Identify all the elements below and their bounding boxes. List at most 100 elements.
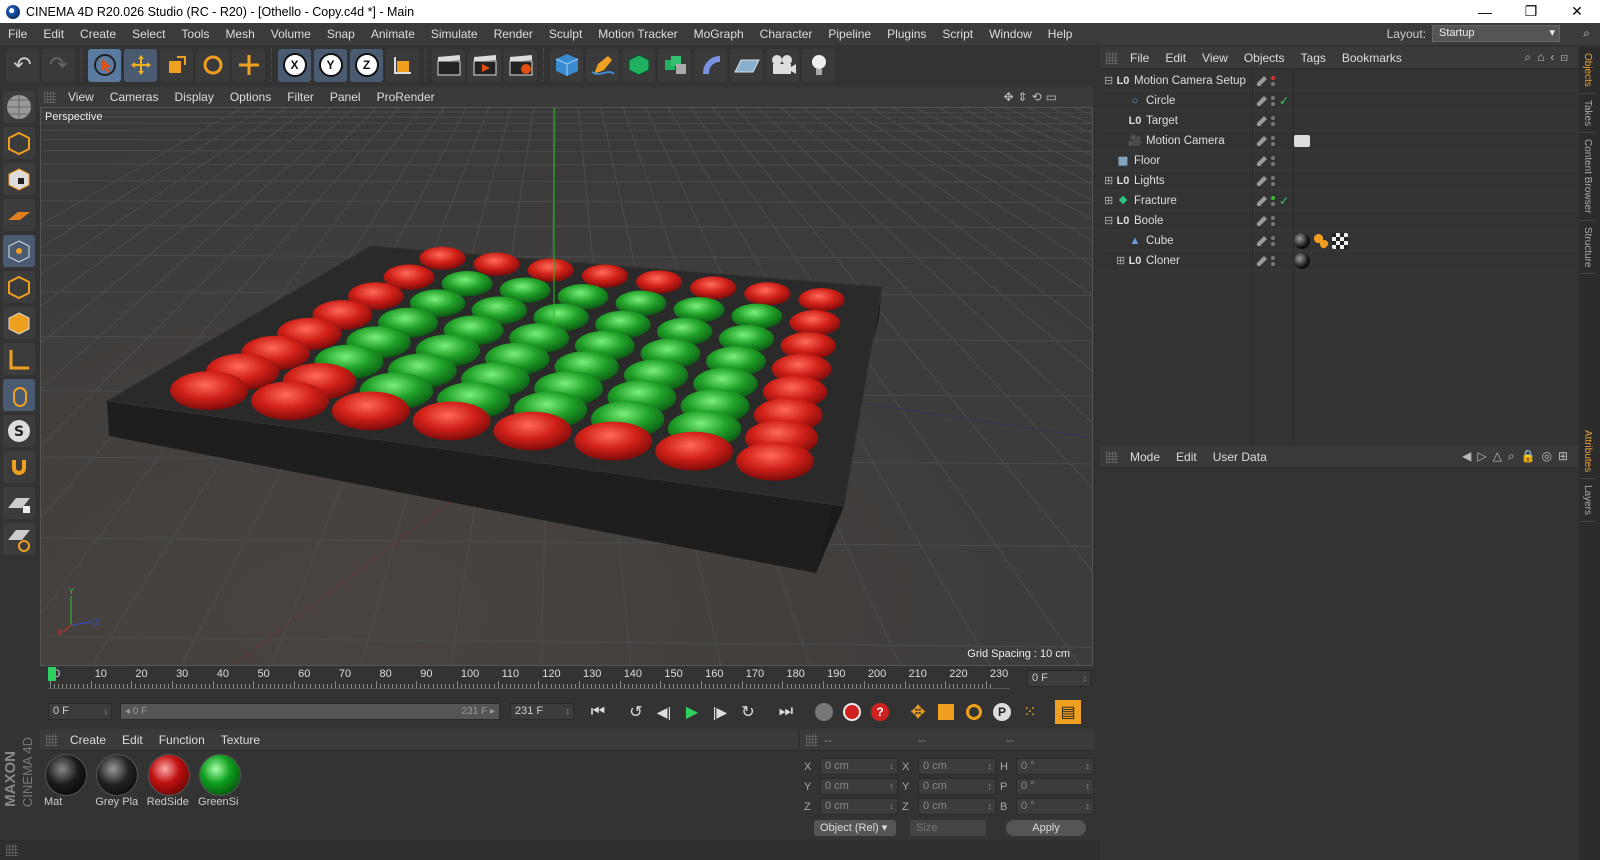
start-frame-field[interactable]: 0 F bbox=[48, 703, 112, 720]
obj-menu-view[interactable]: View bbox=[1194, 51, 1236, 65]
menu-snap[interactable]: Snap bbox=[319, 27, 363, 41]
z-axis-lock-button[interactable]: Z bbox=[350, 48, 383, 82]
redo-button[interactable]: ↷ bbox=[42, 48, 75, 82]
object-row[interactable]: ▲ Cube bbox=[1100, 231, 1578, 251]
size-x-field[interactable]: 0 cm bbox=[918, 758, 996, 775]
scene-canvas[interactable]: Y Z X bbox=[41, 108, 1093, 666]
menu-tools[interactable]: Tools bbox=[173, 27, 217, 41]
visibility-dot[interactable] bbox=[1271, 102, 1275, 106]
edges-mode-button[interactable] bbox=[3, 271, 35, 303]
visibility-dot[interactable] bbox=[1271, 242, 1275, 246]
vp-menu-prorender[interactable]: ProRender bbox=[369, 90, 443, 104]
deformer-button[interactable] bbox=[694, 48, 727, 82]
next-key-button[interactable]: ↻ bbox=[735, 700, 761, 724]
layer-pen-icon[interactable] bbox=[1257, 236, 1267, 246]
menu-edit[interactable]: Edit bbox=[35, 27, 72, 41]
menu-animate[interactable]: Animate bbox=[363, 27, 423, 41]
rotation-h-field[interactable]: 0 ° bbox=[1016, 758, 1094, 775]
enabled-check-icon[interactable]: ✓ bbox=[1279, 194, 1289, 208]
menu-mograph[interactable]: MoGraph bbox=[686, 27, 752, 41]
material-swatch[interactable]: Mat bbox=[44, 754, 88, 808]
go-to-end-button[interactable]: ⏭ bbox=[773, 700, 799, 724]
go-to-start-button[interactable]: ⏮ bbox=[585, 700, 611, 724]
layout-dropdown[interactable]: Startup bbox=[1432, 25, 1560, 42]
layer-pen-icon[interactable] bbox=[1257, 196, 1267, 206]
visibility-dot[interactable] bbox=[1271, 176, 1275, 180]
visibility-dot[interactable] bbox=[1271, 82, 1275, 86]
panel-grip-icon[interactable] bbox=[6, 844, 18, 856]
visibility-dots[interactable] bbox=[1271, 256, 1275, 266]
tab-content-browser[interactable]: Content Browser bbox=[1579, 133, 1596, 221]
coordinate-system-button[interactable] bbox=[386, 48, 419, 82]
material-tag-icon[interactable] bbox=[1294, 233, 1310, 249]
menu-file[interactable]: File bbox=[0, 27, 35, 41]
preview-range-slider[interactable]: ◂ 0 F 231 F ▸ bbox=[120, 703, 500, 720]
rotation-b-field[interactable]: 0 ° bbox=[1016, 798, 1094, 815]
transform-tool-button[interactable] bbox=[232, 48, 265, 82]
object-row[interactable]: ⊞ L0 Lights bbox=[1100, 171, 1578, 191]
menu-pipeline[interactable]: Pipeline bbox=[820, 27, 879, 41]
visibility-dot[interactable] bbox=[1271, 216, 1275, 220]
coord-size-dropdown[interactable]: Size bbox=[910, 820, 986, 836]
make-editable-button[interactable] bbox=[3, 91, 35, 123]
rotate-tool-button[interactable] bbox=[196, 48, 229, 82]
tab-takes[interactable]: Takes bbox=[1579, 94, 1596, 134]
position-x-field[interactable]: 0 cm bbox=[820, 758, 898, 775]
light-button[interactable] bbox=[802, 48, 835, 82]
rotation-key-button[interactable] bbox=[961, 700, 987, 724]
visibility-dots[interactable] bbox=[1271, 176, 1275, 186]
next-frame-button[interactable]: |▶ bbox=[707, 700, 733, 724]
panel-grip-icon[interactable] bbox=[46, 733, 58, 746]
keyframe-selection-button[interactable]: ? bbox=[867, 700, 893, 724]
object-row[interactable]: ○ Circle ✓ bbox=[1100, 91, 1578, 111]
attr-menu-user-data[interactable]: User Data bbox=[1205, 450, 1275, 464]
scale-tool-button[interactable] bbox=[160, 48, 193, 82]
attr-menu-edit[interactable]: Edit bbox=[1168, 450, 1205, 464]
object-row[interactable]: ⊞ ❖ Fracture ✓ bbox=[1100, 191, 1578, 211]
visibility-dot[interactable] bbox=[1271, 202, 1275, 206]
render-view-button[interactable] bbox=[432, 48, 465, 82]
visibility-dot[interactable] bbox=[1271, 256, 1275, 260]
y-axis-lock-button[interactable]: Y bbox=[314, 48, 347, 82]
obj-menu-edit[interactable]: Edit bbox=[1157, 51, 1194, 65]
menu-window[interactable]: Window bbox=[981, 27, 1040, 41]
scale-key-button[interactable] bbox=[933, 700, 959, 724]
expand-icon[interactable]: ⊞ bbox=[1104, 174, 1116, 187]
playhead[interactable] bbox=[48, 667, 56, 681]
axis-mode-button[interactable] bbox=[3, 343, 35, 375]
menu-plugins[interactable]: Plugins bbox=[879, 27, 934, 41]
visibility-dots[interactable] bbox=[1271, 236, 1275, 246]
layer-pen-icon[interactable] bbox=[1257, 216, 1267, 226]
perspective-viewport[interactable]: Y Z X Perspective Grid Spacing : 10 cm bbox=[40, 107, 1093, 666]
workplane-mode-button[interactable] bbox=[3, 199, 35, 231]
panel-grip-icon[interactable] bbox=[1106, 450, 1118, 463]
position-z-field[interactable]: 0 cm bbox=[820, 798, 898, 815]
object-row[interactable]: ▦ Floor bbox=[1100, 151, 1578, 171]
vp-menu-filter[interactable]: Filter bbox=[279, 90, 322, 104]
visibility-dots[interactable] bbox=[1271, 216, 1275, 226]
visibility-dot[interactable] bbox=[1271, 156, 1275, 160]
menu-sculpt[interactable]: Sculpt bbox=[541, 27, 590, 41]
texture-mode-button[interactable] bbox=[3, 163, 35, 195]
panel-grip-icon[interactable] bbox=[1106, 51, 1118, 64]
minimize-button[interactable]: — bbox=[1462, 0, 1508, 23]
obj-menu-bookmarks[interactable]: Bookmarks bbox=[1334, 51, 1410, 65]
menu-mesh[interactable]: Mesh bbox=[217, 27, 262, 41]
visibility-dot[interactable] bbox=[1271, 182, 1275, 186]
floor-button[interactable] bbox=[730, 48, 763, 82]
subdivision-surface-button[interactable] bbox=[622, 48, 655, 82]
layer-pen-icon[interactable] bbox=[1257, 96, 1267, 106]
point-level-key-button[interactable]: ⁙ bbox=[1017, 700, 1043, 724]
tab-attributes[interactable]: Attributes bbox=[1579, 424, 1596, 480]
tab-objects[interactable]: Objects bbox=[1579, 47, 1596, 94]
live-selection-button[interactable] bbox=[88, 48, 121, 82]
visibility-dot[interactable] bbox=[1271, 236, 1275, 240]
position-y-field[interactable]: 0 cm bbox=[820, 778, 898, 795]
layer-pen-icon[interactable] bbox=[1257, 156, 1267, 166]
menu-motion-tracker[interactable]: Motion Tracker bbox=[590, 27, 685, 41]
visibility-dots[interactable] bbox=[1271, 136, 1275, 146]
material-swatch[interactable]: GreenSi bbox=[198, 754, 242, 808]
visibility-dot[interactable] bbox=[1271, 76, 1275, 80]
collapse-icon[interactable]: ⊟ bbox=[1104, 74, 1116, 87]
x-axis-lock-button[interactable]: X bbox=[278, 48, 311, 82]
